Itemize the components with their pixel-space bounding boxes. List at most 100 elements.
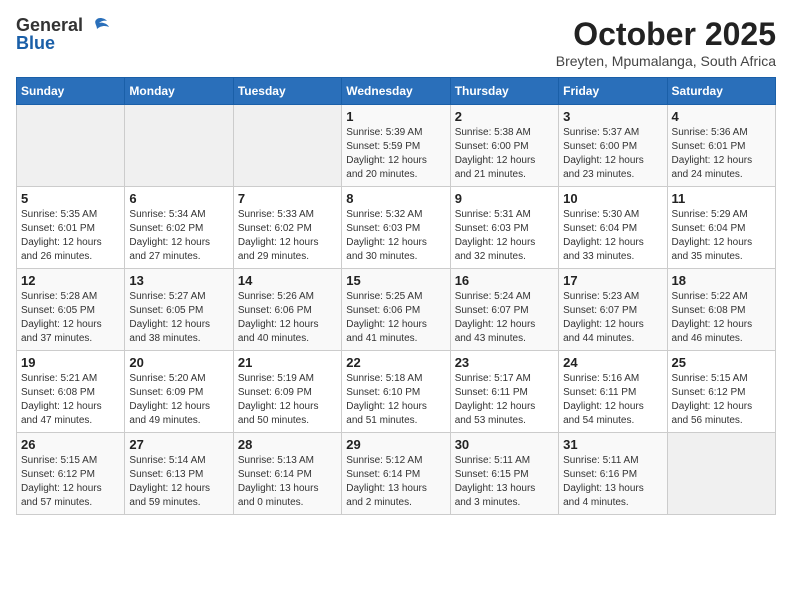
calendar-cell: 17 Sunrise: 5:23 AM Sunset: 6:07 PM Dayli…	[559, 269, 667, 351]
calendar-cell: 3Sunrise: 5:37 AM Sunset: 6:00 PM Daylig…	[559, 105, 667, 187]
location: Breyten, Mpumalanga, South Africa	[556, 53, 776, 69]
calendar-cell: 10 Sunrise: 5:30 AM Sunset: 6:04 PM Dayli…	[559, 187, 667, 269]
day-info: Sunrise: 5:18 AM Sunset: 6:10 PM Dayligh…	[346, 372, 445, 428]
day-info: Sunrise: 5:11 AM Sunset: 6:15 PM Dayligh…	[455, 454, 554, 510]
calendar-cell: 2Sunrise: 5:38 AM Sunset: 6:00 PM Daylig…	[450, 105, 558, 187]
calendar-cell: 31 Sunrise: 5:11 AM Sunset: 6:16 PM Dayli…	[559, 433, 667, 515]
calendar-cell: 11Sunrise: 5:29 AM Sunset: 6:04 PM Dayli…	[667, 187, 775, 269]
day-number: 24	[563, 355, 662, 370]
logo-bird-icon	[85, 17, 109, 33]
calendar-week-4: 19 Sunrise: 5:21 AM Sunset: 6:08 PM Dayli…	[17, 351, 776, 433]
calendar-cell	[125, 105, 233, 187]
day-info: Sunrise: 5:17 AM Sunset: 6:11 PM Dayligh…	[455, 372, 554, 428]
day-info: Sunrise: 5:35 AM Sunset: 6:01 PM Dayligh…	[21, 208, 120, 264]
title-area: October 2025 Breyten, Mpumalanga, South …	[556, 16, 776, 69]
logo: General Blue	[16, 16, 109, 52]
calendar-cell: 30Sunrise: 5:11 AM Sunset: 6:15 PM Dayli…	[450, 433, 558, 515]
calendar-week-3: 12Sunrise: 5:28 AM Sunset: 6:05 PM Dayli…	[17, 269, 776, 351]
calendar-week-5: 26 Sunrise: 5:15 AM Sunset: 6:12 PM Dayli…	[17, 433, 776, 515]
weekday-header-tuesday: Tuesday	[233, 78, 341, 105]
weekday-header-wednesday: Wednesday	[342, 78, 450, 105]
day-info: Sunrise: 5:37 AM Sunset: 6:00 PM Dayligh…	[563, 126, 662, 182]
calendar-cell: 6Sunrise: 5:34 AM Sunset: 6:02 PM Daylig…	[125, 187, 233, 269]
day-number: 4	[672, 109, 771, 124]
calendar-cell: 22 Sunrise: 5:18 AM Sunset: 6:10 PM Dayli…	[342, 351, 450, 433]
day-info: Sunrise: 5:11 AM Sunset: 6:16 PM Dayligh…	[563, 454, 662, 510]
day-number: 14	[238, 273, 337, 288]
calendar-cell: 28 Sunrise: 5:13 AM Sunset: 6:14 PM Dayli…	[233, 433, 341, 515]
day-info: Sunrise: 5:15 AM Sunset: 6:12 PM Dayligh…	[21, 454, 120, 510]
day-number: 5	[21, 191, 120, 206]
day-number: 31	[563, 437, 662, 452]
day-number: 8	[346, 191, 445, 206]
month-title: October 2025	[556, 16, 776, 53]
day-number: 22	[346, 355, 445, 370]
calendar-cell: 14Sunrise: 5:26 AM Sunset: 6:06 PM Dayli…	[233, 269, 341, 351]
day-info: Sunrise: 5:32 AM Sunset: 6:03 PM Dayligh…	[346, 208, 445, 264]
day-info: Sunrise: 5:27 AM Sunset: 6:05 PM Dayligh…	[129, 290, 228, 346]
calendar-cell: 27 Sunrise: 5:14 AM Sunset: 6:13 PM Dayli…	[125, 433, 233, 515]
calendar-table: SundayMondayTuesdayWednesdayThursdayFrid…	[16, 77, 776, 515]
day-number: 21	[238, 355, 337, 370]
day-number: 9	[455, 191, 554, 206]
day-number: 29	[346, 437, 445, 452]
weekday-header-row: SundayMondayTuesdayWednesdayThursdayFrid…	[17, 78, 776, 105]
day-info: Sunrise: 5:25 AM Sunset: 6:06 PM Dayligh…	[346, 290, 445, 346]
calendar-cell: 18 Sunrise: 5:22 AM Sunset: 6:08 PM Dayli…	[667, 269, 775, 351]
logo-general-text: General	[16, 16, 83, 34]
calendar-cell: 7Sunrise: 5:33 AM Sunset: 6:02 PM Daylig…	[233, 187, 341, 269]
day-info: Sunrise: 5:12 AM Sunset: 6:14 PM Dayligh…	[346, 454, 445, 510]
calendar-week-1: 1 Sunrise: 5:39 AM Sunset: 5:59 PM Daylig…	[17, 105, 776, 187]
day-info: Sunrise: 5:15 AM Sunset: 6:12 PM Dayligh…	[672, 372, 771, 428]
calendar-week-2: 5 Sunrise: 5:35 AM Sunset: 6:01 PM Daylig…	[17, 187, 776, 269]
day-number: 1	[346, 109, 445, 124]
day-info: Sunrise: 5:20 AM Sunset: 6:09 PM Dayligh…	[129, 372, 228, 428]
day-number: 10	[563, 191, 662, 206]
day-number: 2	[455, 109, 554, 124]
day-info: Sunrise: 5:16 AM Sunset: 6:11 PM Dayligh…	[563, 372, 662, 428]
calendar-cell	[233, 105, 341, 187]
calendar-cell: 20 Sunrise: 5:20 AM Sunset: 6:09 PM Dayli…	[125, 351, 233, 433]
calendar-cell: 12Sunrise: 5:28 AM Sunset: 6:05 PM Dayli…	[17, 269, 125, 351]
day-info: Sunrise: 5:23 AM Sunset: 6:07 PM Dayligh…	[563, 290, 662, 346]
calendar-cell	[667, 433, 775, 515]
calendar-cell: 19 Sunrise: 5:21 AM Sunset: 6:08 PM Dayli…	[17, 351, 125, 433]
weekday-header-sunday: Sunday	[17, 78, 125, 105]
calendar-cell: 24 Sunrise: 5:16 AM Sunset: 6:11 PM Dayli…	[559, 351, 667, 433]
logo-blue-text: Blue	[16, 34, 55, 52]
day-info: Sunrise: 5:13 AM Sunset: 6:14 PM Dayligh…	[238, 454, 337, 510]
calendar-cell: 25 Sunrise: 5:15 AM Sunset: 6:12 PM Dayli…	[667, 351, 775, 433]
day-number: 27	[129, 437, 228, 452]
day-number: 28	[238, 437, 337, 452]
day-number: 17	[563, 273, 662, 288]
calendar-cell: 16Sunrise: 5:24 AM Sunset: 6:07 PM Dayli…	[450, 269, 558, 351]
weekday-header-thursday: Thursday	[450, 78, 558, 105]
day-info: Sunrise: 5:28 AM Sunset: 6:05 PM Dayligh…	[21, 290, 120, 346]
calendar-cell: 5 Sunrise: 5:35 AM Sunset: 6:01 PM Daylig…	[17, 187, 125, 269]
calendar-cell: 21Sunrise: 5:19 AM Sunset: 6:09 PM Dayli…	[233, 351, 341, 433]
calendar-cell: 9Sunrise: 5:31 AM Sunset: 6:03 PM Daylig…	[450, 187, 558, 269]
day-number: 6	[129, 191, 228, 206]
day-number: 16	[455, 273, 554, 288]
day-info: Sunrise: 5:21 AM Sunset: 6:08 PM Dayligh…	[21, 372, 120, 428]
calendar-cell: 4Sunrise: 5:36 AM Sunset: 6:01 PM Daylig…	[667, 105, 775, 187]
calendar-cell: 1 Sunrise: 5:39 AM Sunset: 5:59 PM Daylig…	[342, 105, 450, 187]
weekday-header-saturday: Saturday	[667, 78, 775, 105]
weekday-header-friday: Friday	[559, 78, 667, 105]
day-number: 19	[21, 355, 120, 370]
day-number: 15	[346, 273, 445, 288]
day-info: Sunrise: 5:30 AM Sunset: 6:04 PM Dayligh…	[563, 208, 662, 264]
calendar-cell	[17, 105, 125, 187]
day-number: 7	[238, 191, 337, 206]
calendar-cell: 23Sunrise: 5:17 AM Sunset: 6:11 PM Dayli…	[450, 351, 558, 433]
day-number: 26	[21, 437, 120, 452]
day-number: 25	[672, 355, 771, 370]
calendar-cell: 13Sunrise: 5:27 AM Sunset: 6:05 PM Dayli…	[125, 269, 233, 351]
day-number: 18	[672, 273, 771, 288]
day-number: 20	[129, 355, 228, 370]
day-info: Sunrise: 5:14 AM Sunset: 6:13 PM Dayligh…	[129, 454, 228, 510]
weekday-header-monday: Monday	[125, 78, 233, 105]
calendar-cell: 15 Sunrise: 5:25 AM Sunset: 6:06 PM Dayli…	[342, 269, 450, 351]
day-info: Sunrise: 5:22 AM Sunset: 6:08 PM Dayligh…	[672, 290, 771, 346]
day-info: Sunrise: 5:39 AM Sunset: 5:59 PM Dayligh…	[346, 126, 445, 182]
